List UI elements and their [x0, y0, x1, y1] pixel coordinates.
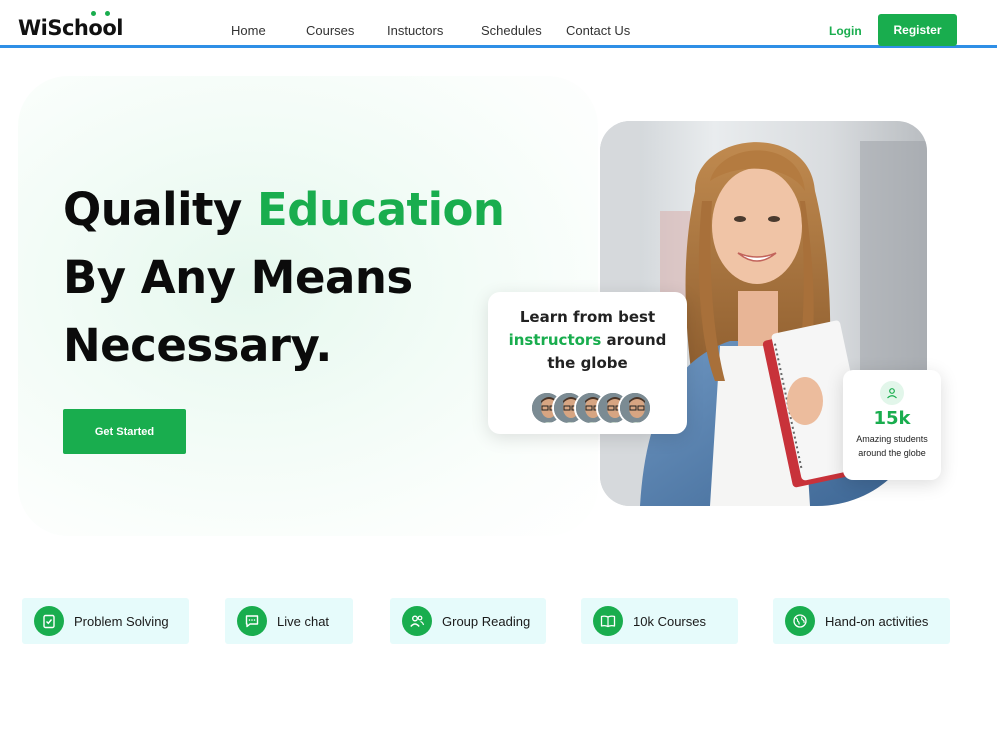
feature-label: Live chat	[277, 613, 330, 629]
logo-letter-o: o	[88, 11, 103, 40]
feature-label: Hand-on activities	[825, 613, 929, 629]
headline-quality: Quality	[63, 183, 258, 236]
logo-text-end: l	[116, 16, 123, 40]
nav-link-home[interactable]: Home	[231, 23, 266, 38]
clipboard-check-icon	[34, 606, 64, 636]
book-open-icon	[593, 606, 623, 636]
headline-line-2: By Any Means	[63, 251, 413, 304]
register-button[interactable]: Register	[878, 14, 957, 46]
user-icon	[880, 381, 904, 405]
globe-icon	[785, 606, 815, 636]
users-icon	[402, 606, 432, 636]
get-started-button[interactable]: Get Started	[63, 409, 186, 454]
login-link[interactable]: Login	[829, 24, 862, 38]
chat-icon	[237, 606, 267, 636]
instructors-card-line-2: around	[601, 331, 667, 349]
top-navbar: WiSch o ol Home Courses Instuctors Schedul…	[0, 0, 997, 48]
logo-text-start: WiSch	[18, 16, 89, 40]
nav-link-instructors[interactable]: Instuctors	[387, 23, 443, 38]
instructors-card: Learn from best instructors around the g…	[488, 292, 687, 434]
nav-link-schedules[interactable]: Schedules	[481, 23, 542, 38]
feature-label: Group Reading	[442, 613, 531, 629]
students-count-label: Amazing students around the globe	[856, 434, 928, 458]
hero-headline: Quality Education By Any Means Necessary…	[63, 176, 505, 380]
instructors-card-line-3: the globe	[547, 354, 628, 372]
headline-line-3: Necessary.	[63, 319, 332, 372]
feature-label: Problem Solving	[74, 613, 169, 629]
feature-label: 10k Courses	[633, 613, 706, 629]
feature-live-chat[interactable]: Live chat	[225, 598, 353, 644]
students-count: 15k	[873, 408, 911, 429]
instructors-card-highlight: instructors	[508, 331, 602, 349]
headline-education: Education	[257, 183, 505, 236]
feature-problem-solving[interactable]: Problem Solving	[22, 598, 189, 644]
nav-link-courses[interactable]: Courses	[306, 23, 354, 38]
feature-group-reading[interactable]: Group Reading	[390, 598, 546, 644]
feature-hands-on-activities[interactable]: Hand-on activities	[773, 598, 950, 644]
avatar	[618, 391, 652, 425]
feature-10k-courses[interactable]: 10k Courses	[581, 598, 738, 644]
wischool-logo[interactable]: WiSch o ol	[18, 11, 123, 40]
nav-link-contact[interactable]: Contact Us	[566, 23, 630, 38]
students-stats-card: 15k Amazing students around the globe	[843, 370, 941, 480]
logo-letter-o: o	[102, 11, 117, 40]
instructors-card-line-1: Learn from best	[519, 308, 656, 326]
